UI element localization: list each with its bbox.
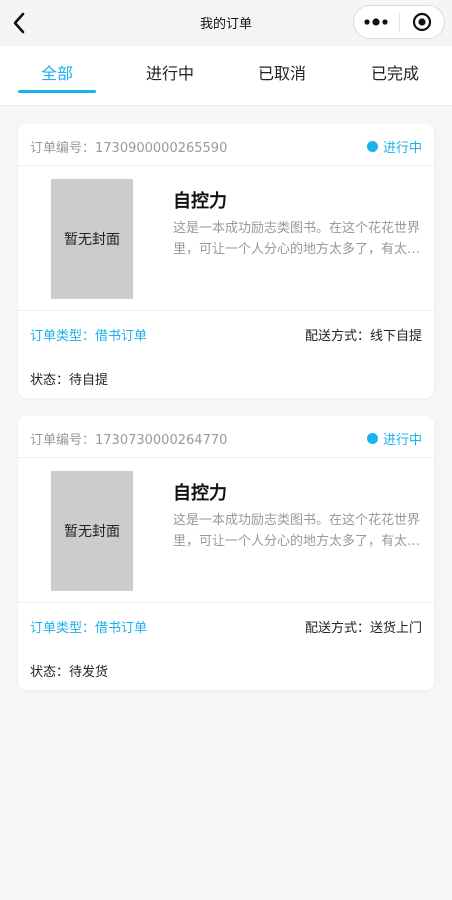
order-number-label: 订单编号：: [30, 433, 96, 448]
order-number-label: 订单编号：: [30, 141, 96, 156]
delivery-label: 配送方式：: [304, 329, 370, 344]
book-title[interactable]: 自控力: [173, 187, 227, 213]
order-number: 订单编号：1730730000264770: [30, 429, 227, 448]
status-dot-icon: [366, 433, 378, 444]
tab-cancelled[interactable]: 已取消: [243, 60, 321, 92]
order-type-label: 订单类型：: [30, 329, 96, 344]
tab-in-progress[interactable]: 进行中: [131, 60, 209, 92]
order-type-value: 借书订单: [95, 621, 148, 636]
delivery-method: 配送方式：线下自提: [305, 325, 422, 344]
active-tab-indicator: [18, 90, 96, 93]
navigation-bar: 我的订单: [0, 0, 452, 46]
status-badge: 进行中: [366, 429, 422, 448]
order-card[interactable]: 订单编号：1730900000265590 进行中 暂无封面 自控力 这是一本成…: [18, 124, 434, 398]
order-number-value: 1730900000265590: [95, 141, 228, 156]
card-divider: [18, 602, 434, 603]
tab-completed[interactable]: 已完成: [356, 60, 434, 92]
book-cover-placeholder[interactable]: 暂无封面: [51, 471, 133, 591]
mini-program-capsule: [353, 5, 445, 39]
order-type: 订单类型：借书订单: [30, 325, 147, 344]
status-dot-icon: [366, 141, 378, 152]
order-card[interactable]: 订单编号：1730730000264770 进行中 暂无封面 自控力 这是一本成…: [18, 416, 434, 690]
more-dots-icon: [364, 18, 388, 26]
status-badge: 进行中: [366, 137, 422, 156]
delivery-method: 配送方式：送货上门: [305, 617, 422, 636]
order-list: 订单编号：1730900000265590 进行中 暂无封面 自控力 这是一本成…: [0, 106, 452, 900]
order-card-header: 订单编号：1730900000265590 进行中: [18, 124, 434, 166]
order-state: 状态：待发货: [30, 661, 108, 680]
delivery-label: 配送方式：: [304, 621, 370, 636]
state-value: 待发货: [69, 665, 109, 680]
more-button[interactable]: [354, 6, 399, 38]
order-type-value: 借书订单: [95, 329, 148, 344]
order-tabs: 全部 进行中 已取消 已完成: [0, 46, 452, 106]
order-number-value: 1730730000264770: [95, 433, 228, 448]
order-type-label: 订单类型：: [30, 621, 96, 636]
status-text: 进行中: [382, 433, 422, 448]
book-description: 这是一本成功励志类图书。在这个花花世界里，可让一个人分心的地方太多了，有太多的诱…: [173, 513, 421, 549]
state-label: 状态：: [30, 665, 70, 680]
book-title[interactable]: 自控力: [173, 479, 227, 505]
status-text: 进行中: [382, 141, 422, 156]
state-value: 待自提: [69, 373, 109, 388]
state-label: 状态：: [30, 373, 70, 388]
order-card-header: 订单编号：1730730000264770 进行中: [18, 416, 434, 458]
delivery-value: 送货上门: [369, 621, 422, 636]
target-circle-icon: [412, 12, 431, 32]
card-divider: [18, 310, 434, 311]
book-description: 这是一本成功励志类图书。在这个花花世界里，可让一个人分心的地方太多了，有太多的诱…: [173, 221, 421, 257]
order-number: 订单编号：1730900000265590: [30, 137, 227, 156]
delivery-value: 线下自提: [369, 329, 422, 344]
close-mini-program-button[interactable]: [399, 6, 444, 38]
order-state: 状态：待自提: [30, 369, 108, 388]
tab-all[interactable]: 全部: [18, 60, 96, 92]
book-cover-placeholder[interactable]: 暂无封面: [51, 179, 133, 299]
order-type: 订单类型：借书订单: [30, 617, 147, 636]
